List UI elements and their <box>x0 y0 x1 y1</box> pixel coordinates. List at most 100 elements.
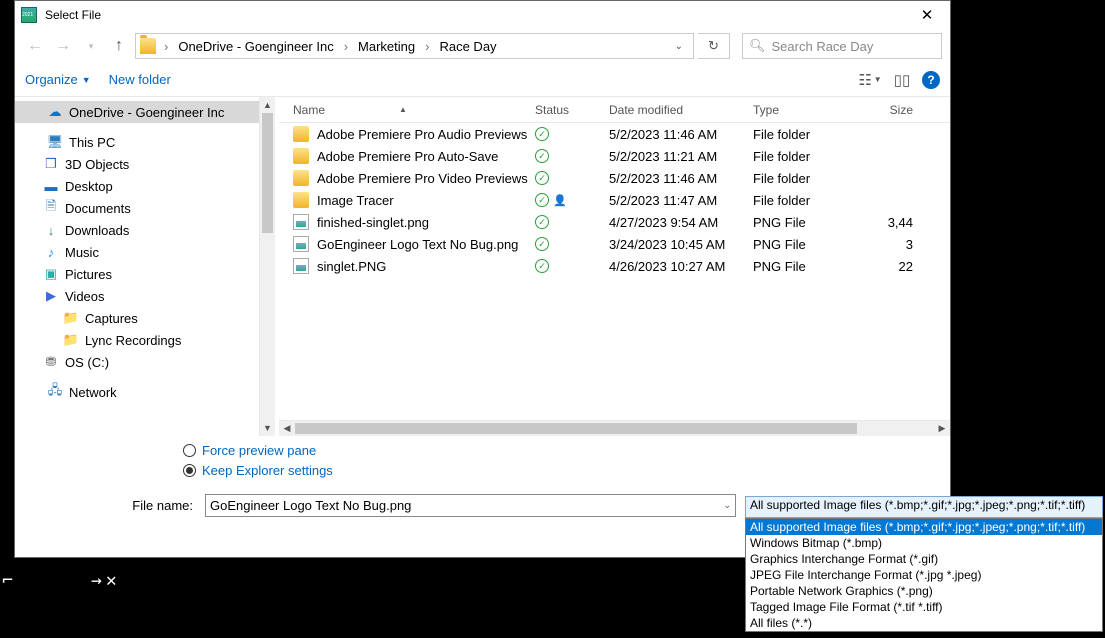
tree-documents[interactable]: 🗎Documents <box>15 197 259 219</box>
file-name: Adobe Premiere Pro Video Previews <box>317 171 528 186</box>
scroll-down-icon[interactable]: ▼ <box>260 420 275 436</box>
file-size: 22 <box>873 259 913 274</box>
scroll-right-icon[interactable]: ▶ <box>934 423 950 434</box>
file-status: ✓👤 <box>535 193 609 207</box>
filter-option[interactable]: All files (*.*) <box>746 615 1102 631</box>
file-row[interactable]: Adobe Premiere Pro Audio Previews✓5/2/20… <box>279 123 950 145</box>
crumb-onedrive[interactable]: OneDrive - Goengineer Inc <box>176 39 335 54</box>
keep-explorer-option[interactable]: Keep Explorer settings <box>183 460 950 480</box>
cube-icon: ❒ <box>43 156 59 172</box>
radio-icon <box>183 444 196 457</box>
sync-ok-icon: ✓ <box>535 237 549 251</box>
organize-menu[interactable]: Organize▼ <box>25 72 91 87</box>
scroll-up-icon[interactable]: ▲ <box>260 97 275 113</box>
file-type: PNG File <box>753 215 873 230</box>
file-row[interactable]: GoEngineer Logo Text No Bug.png✓3/24/202… <box>279 233 950 255</box>
crumb-raceday[interactable]: Race Day <box>437 39 498 54</box>
file-size: 3,44 <box>873 215 913 230</box>
file-dialog: Select File ✕ ← → ▾ ↑ › OneDrive - Goeng… <box>14 0 951 558</box>
sort-asc-icon: ▲ <box>399 105 407 114</box>
file-name: Adobe Premiere Pro Audio Previews <box>317 127 527 142</box>
file-name: singlet.PNG <box>317 259 386 274</box>
file-status: ✓ <box>535 127 609 141</box>
chevron-right-icon[interactable]: › <box>421 39 433 54</box>
file-name: Adobe Premiere Pro Auto-Save <box>317 149 498 164</box>
scroll-thumb[interactable] <box>262 113 273 233</box>
file-rows: Adobe Premiere Pro Audio Previews ✓ 5/2/20… <box>279 123 950 277</box>
tree-videos[interactable]: ▶Videos <box>15 285 259 307</box>
chevron-right-icon[interactable]: › <box>160 39 172 54</box>
search-placeholder: Search Race Day <box>772 39 874 54</box>
tree-onedrive[interactable]: ☁OneDrive - Goengineer Inc <box>15 101 259 123</box>
videos-icon: ▶ <box>43 288 59 304</box>
tree-network[interactable]: 🖧Network <box>15 381 259 403</box>
view-options-button[interactable]: ☷▼ <box>858 68 882 92</box>
tree-desktop[interactable]: ▬Desktop <box>15 175 259 197</box>
back-button[interactable]: ← <box>23 34 47 58</box>
up-button[interactable]: ↑ <box>107 34 131 58</box>
col-date-header[interactable]: Date modified <box>609 103 753 117</box>
filter-option[interactable]: Graphics Interchange Format (*.gif) <box>746 551 1102 567</box>
filetype-filter[interactable]: All supported Image files (*.bmp;*.gif;*… <box>745 496 1103 518</box>
crumb-marketing[interactable]: Marketing <box>356 39 417 54</box>
tree-music[interactable]: ♪Music <box>15 241 259 263</box>
tree-captures[interactable]: 📁Captures <box>15 307 259 329</box>
filter-option[interactable]: Tagged Image File Format (*.tif *.tiff) <box>746 599 1102 615</box>
refresh-button[interactable]: ↻ <box>698 33 730 59</box>
pc-icon: 🖥 <box>47 134 63 150</box>
filename-input[interactable]: GoEngineer Logo Text No Bug.png ⌄ <box>205 494 736 517</box>
new-folder-button[interactable]: New folder <box>109 72 171 87</box>
help-button[interactable]: ? <box>922 71 940 89</box>
folder-icon: 📁 <box>63 310 79 326</box>
col-size-header[interactable]: Size <box>873 103 913 117</box>
title-bar: Select File ✕ <box>15 1 950 29</box>
force-preview-option[interactable]: Force preview pane <box>183 440 950 460</box>
col-name-header[interactable]: Name▲ <box>279 103 535 117</box>
file-row[interactable]: Adobe Premiere Pro Video Previews✓5/2/20… <box>279 167 950 189</box>
filter-option[interactable]: Windows Bitmap (*.bmp) <box>746 535 1102 551</box>
filter-option[interactable]: JPEG File Interchange Format (*.jpg *.jp… <box>746 567 1102 583</box>
nav-tree[interactable]: ☁OneDrive - Goengineer Inc 🖥This PC ❒3D … <box>15 97 259 436</box>
filetype-dropdown[interactable]: All supported Image files (*.bmp;*.gif;*… <box>745 518 1103 632</box>
col-status-header[interactable]: Status <box>535 103 609 117</box>
cursor-artifact: ⌐ →✕ <box>2 570 121 591</box>
tree-3d-objects[interactable]: ❒3D Objects <box>15 153 259 175</box>
folder-icon: 📁 <box>63 332 79 348</box>
file-row[interactable]: finished-singlet.png✓4/27/2023 9:54 AMPN… <box>279 211 950 233</box>
close-button[interactable]: ✕ <box>904 1 950 29</box>
nav-row: ← → ▾ ↑ › OneDrive - Goengineer Inc › Ma… <box>15 29 950 63</box>
tree-pictures[interactable]: ▣Pictures <box>15 263 259 285</box>
recent-dropdown[interactable]: ▾ <box>79 34 103 58</box>
file-type: PNG File <box>753 237 873 252</box>
search-icon: 🔍︎ <box>749 38 766 54</box>
file-row[interactable]: singlet.PNG✓4/26/2023 10:27 AMPNG File22 <box>279 255 950 277</box>
radio-icon <box>183 464 196 477</box>
col-type-header[interactable]: Type <box>753 103 873 117</box>
file-date: 5/2/2023 11:46 AM <box>609 171 753 186</box>
address-bar[interactable]: › OneDrive - Goengineer Inc › Marketing … <box>135 33 694 59</box>
chevron-down-icon[interactable]: ⌄ <box>723 500 731 511</box>
sync-ok-icon: ✓ <box>535 193 549 207</box>
chevron-right-icon[interactable]: › <box>340 39 352 54</box>
tree-downloads[interactable]: ↓Downloads <box>15 219 259 241</box>
file-row[interactable]: Adobe Premiere Pro Auto-Save✓5/2/2023 11… <box>279 145 950 167</box>
music-icon: ♪ <box>43 244 59 260</box>
file-type: File folder <box>753 193 873 208</box>
tree-lync[interactable]: 📁Lync Recordings <box>15 329 259 351</box>
search-box[interactable]: 🔍︎ Search Race Day <box>742 33 942 59</box>
file-h-scrollbar[interactable]: ◀ ▶ <box>279 420 950 436</box>
address-dropdown[interactable]: ⌄ <box>669 41 689 52</box>
scroll-left-icon[interactable]: ◀ <box>279 423 295 434</box>
tree-os-c[interactable]: ⛃OS (C:) <box>15 351 259 373</box>
folder-icon <box>140 38 156 54</box>
forward-button[interactable]: → <box>51 34 75 58</box>
folder-icon <box>293 192 309 208</box>
scroll-thumb[interactable] <box>295 423 857 434</box>
filter-option[interactable]: Portable Network Graphics (*.png) <box>746 583 1102 599</box>
file-row[interactable]: Image Tracer✓👤5/2/2023 11:47 AMFile fold… <box>279 189 950 211</box>
tree-scrollbar[interactable]: ▲ ▼ <box>259 97 275 436</box>
tree-this-pc[interactable]: 🖥This PC <box>15 131 259 153</box>
filter-option[interactable]: All supported Image files (*.bmp;*.gif;*… <box>746 519 1102 535</box>
preview-pane-button[interactable]: ▯▯ <box>890 68 914 92</box>
sync-ok-icon: ✓ <box>535 215 549 229</box>
